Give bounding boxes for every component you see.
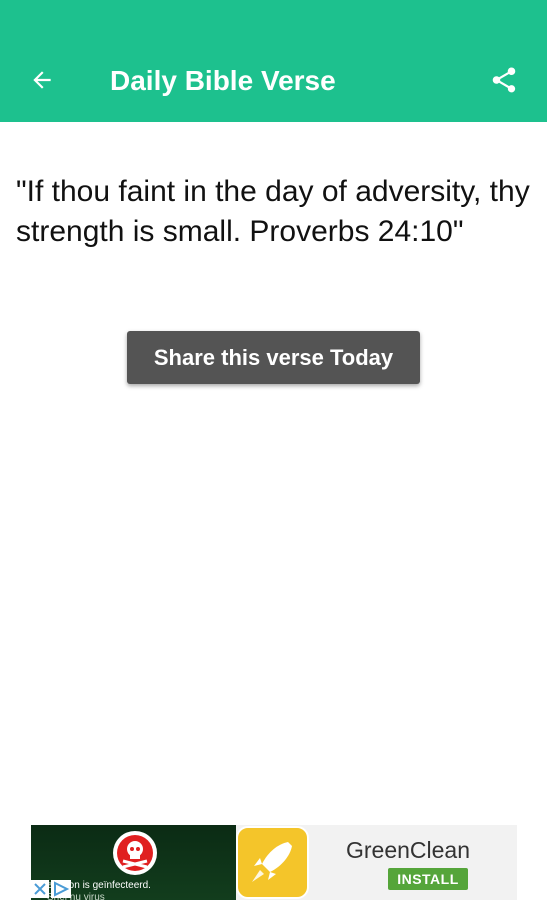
app-bar: Daily Bible Verse — [0, 0, 547, 122]
ad-warning-text: elefoon is geïnfecteerd. Snel nu virus — [47, 880, 237, 900]
close-x-icon[interactable] — [31, 880, 49, 898]
rocket-icon — [252, 842, 292, 882]
ad-banner[interactable]: elefoon is geïnfecteerd. Snel nu virus G… — [31, 825, 517, 900]
ad-image-panel[interactable]: elefoon is geïnfecteerd. Snel nu virus — [31, 825, 236, 900]
ad-text-line2: Snel nu virus — [47, 892, 105, 900]
adchoices-icon[interactable] — [51, 880, 71, 898]
verse-text: "If thou faint in the day of adversity, … — [16, 175, 530, 248]
warning-skull-icon — [113, 831, 157, 875]
install-button[interactable]: INSTALL — [388, 868, 468, 890]
share-icon — [492, 67, 516, 93]
app-icon-tile[interactable] — [236, 826, 309, 899]
back-button[interactable] — [22, 60, 62, 100]
arrow-left-icon — [33, 71, 51, 89]
share-button[interactable] — [484, 60, 524, 100]
ad-choices[interactable] — [31, 878, 73, 900]
app-title: Daily Bible Verse — [110, 65, 336, 96]
share-verse-button[interactable]: Share this verse Today — [127, 331, 420, 384]
ad-app-name[interactable]: GreenClean — [346, 837, 470, 863]
